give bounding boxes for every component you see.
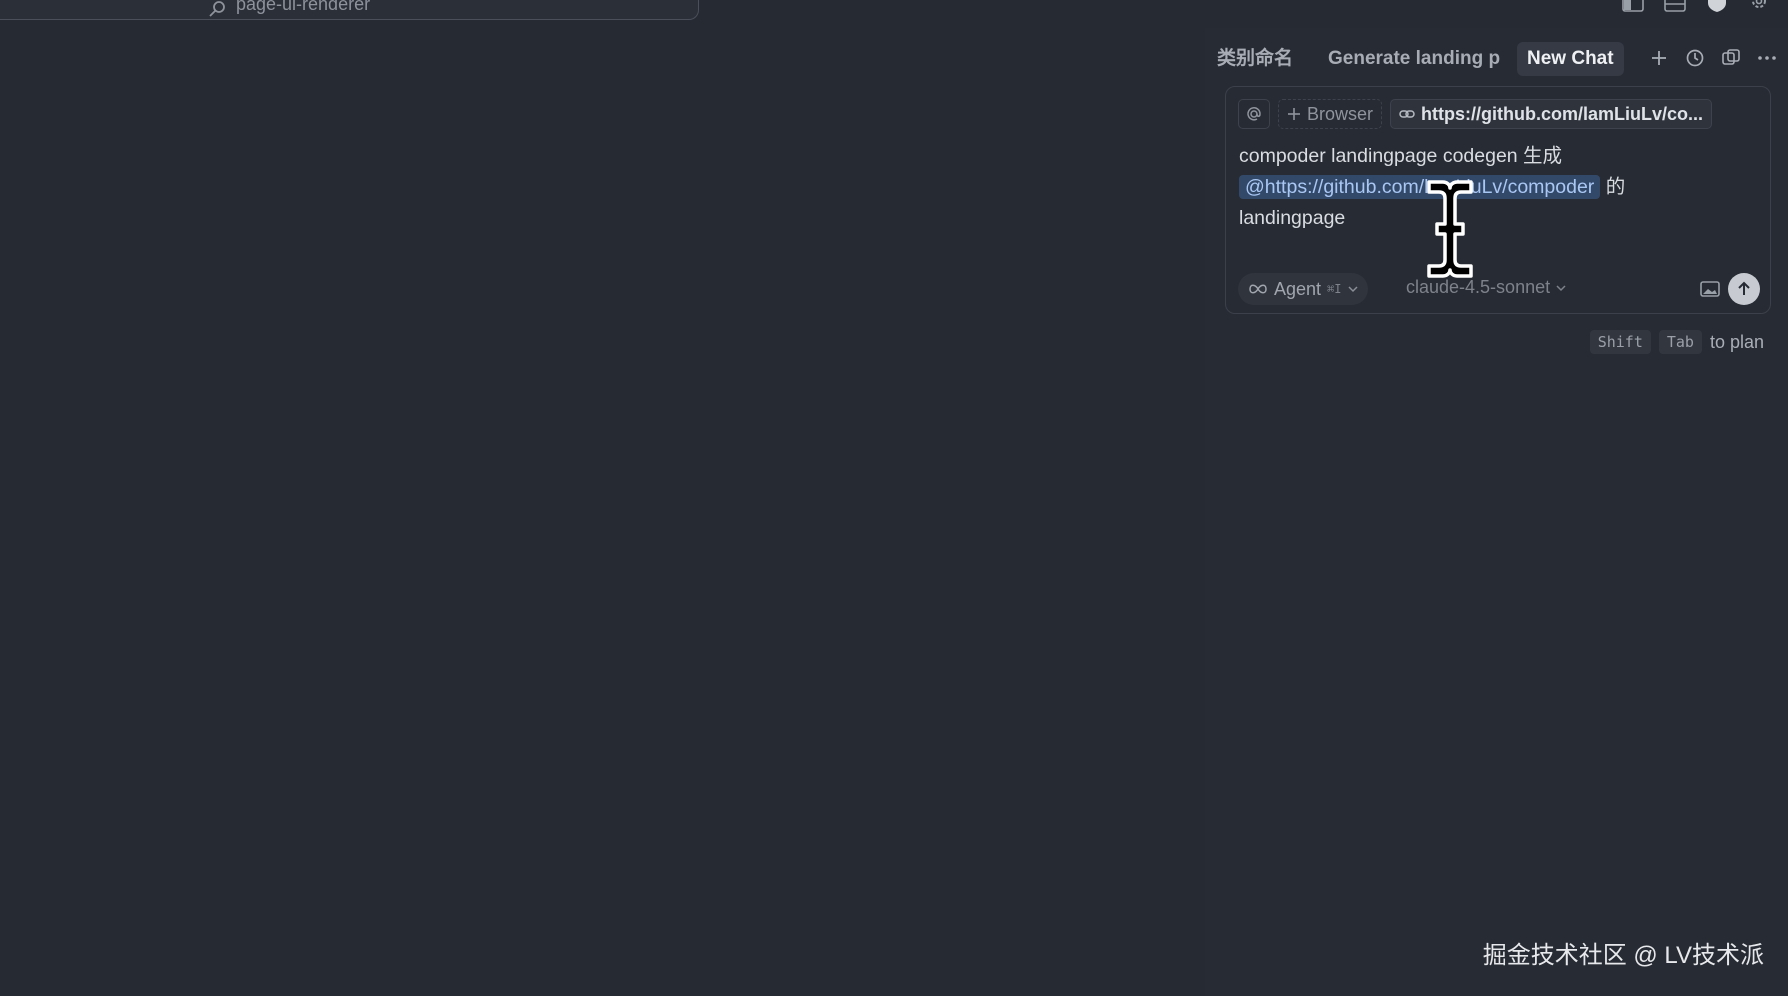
model-selector[interactable]: claude-4.5-sonnet xyxy=(1406,277,1566,298)
editor-area[interactable]: page-ui-renderer xyxy=(0,0,1205,996)
context-chips: Browser https://github.com/lamLiuLv/co..… xyxy=(1238,99,1713,129)
at-icon xyxy=(1247,107,1261,121)
app-window: page-ui-renderer 类别命名 Generate landing p… xyxy=(0,0,1788,996)
prompt-input[interactable]: compoder landingpage codegen 生成 @https:/… xyxy=(1239,141,1759,234)
prompt-suffix: 的 xyxy=(1600,176,1626,198)
command-search-bar[interactable]: page-ui-renderer xyxy=(0,0,699,20)
prompt-line: @https://github.com/lamLiuLv/compoder 的 xyxy=(1239,172,1759,203)
agent-mode-selector[interactable]: Agent ⌘I xyxy=(1238,273,1368,305)
model-label: claude-4.5-sonnet xyxy=(1406,277,1551,297)
link-chip-label: https://github.com/lamLiuLv/co... xyxy=(1421,104,1704,124)
mention-button[interactable] xyxy=(1238,99,1270,129)
chat-tabs: 类别命名 Generate landing p New Chat xyxy=(1205,42,1788,76)
search-label: page-ui-renderer xyxy=(236,0,371,14)
prompt-line: landingpage xyxy=(1239,207,1346,229)
infinity-icon xyxy=(1249,284,1267,294)
link-context-chip[interactable]: https://github.com/lamLiuLv/co... xyxy=(1390,99,1713,129)
chevron-down-icon xyxy=(1347,286,1358,293)
more-icon[interactable] xyxy=(1756,47,1778,69)
shift-key: Shift xyxy=(1589,330,1651,354)
browser-chip-label: Browser xyxy=(1307,104,1374,124)
watermark: 掘金技术社区 @ LV技术派 xyxy=(1482,942,1764,969)
arrow-up-icon xyxy=(1738,281,1750,295)
agent-mode-label: Agent xyxy=(1274,278,1322,299)
text-cursor-icon xyxy=(1427,180,1473,278)
tab-generate-landing[interactable]: Generate landing p xyxy=(1328,42,1500,76)
prompt-line: compoder landingpage codegen 生成 xyxy=(1239,145,1563,167)
window-toolbar xyxy=(1622,0,1770,12)
duplicate-icon[interactable] xyxy=(1720,47,1742,69)
keyboard-hint: Shift Tab to plan xyxy=(1589,330,1764,354)
toggle-panel-icon[interactable] xyxy=(1664,0,1686,12)
plus-icon xyxy=(1288,108,1300,120)
url-mention[interactable]: @https://github.com/lamLiuLv/compoder xyxy=(1239,175,1601,199)
tab-category-naming[interactable]: 类别命名 xyxy=(1217,42,1313,76)
history-icon[interactable] xyxy=(1684,47,1706,69)
chat-composer[interactable]: Browser https://github.com/lamLiuLv/co..… xyxy=(1225,86,1771,314)
chevron-down-icon xyxy=(1556,284,1566,291)
chat-tab-actions xyxy=(1648,47,1778,69)
tab-key: Tab xyxy=(1658,330,1702,354)
link-icon xyxy=(1399,110,1415,118)
toggle-sidebar-icon[interactable] xyxy=(1622,0,1644,12)
plus-icon[interactable] xyxy=(1648,47,1670,69)
tab-new-chat[interactable]: New Chat xyxy=(1517,42,1624,76)
shield-icon[interactable] xyxy=(1706,0,1728,12)
composer-footer: Agent ⌘I claude-4.5-sonnet xyxy=(1238,273,1760,305)
gear-icon[interactable] xyxy=(1748,0,1770,12)
agent-mode-shortcut: ⌘I xyxy=(1327,282,1342,296)
image-upload-icon[interactable] xyxy=(1700,280,1720,298)
send-button[interactable] xyxy=(1728,273,1760,305)
chat-panel: 类别命名 Generate landing p New Chat Browser… xyxy=(1205,28,1788,996)
search-icon xyxy=(209,1,225,17)
hint-text: to plan xyxy=(1709,331,1764,352)
add-browser-chip[interactable]: Browser xyxy=(1278,99,1383,129)
